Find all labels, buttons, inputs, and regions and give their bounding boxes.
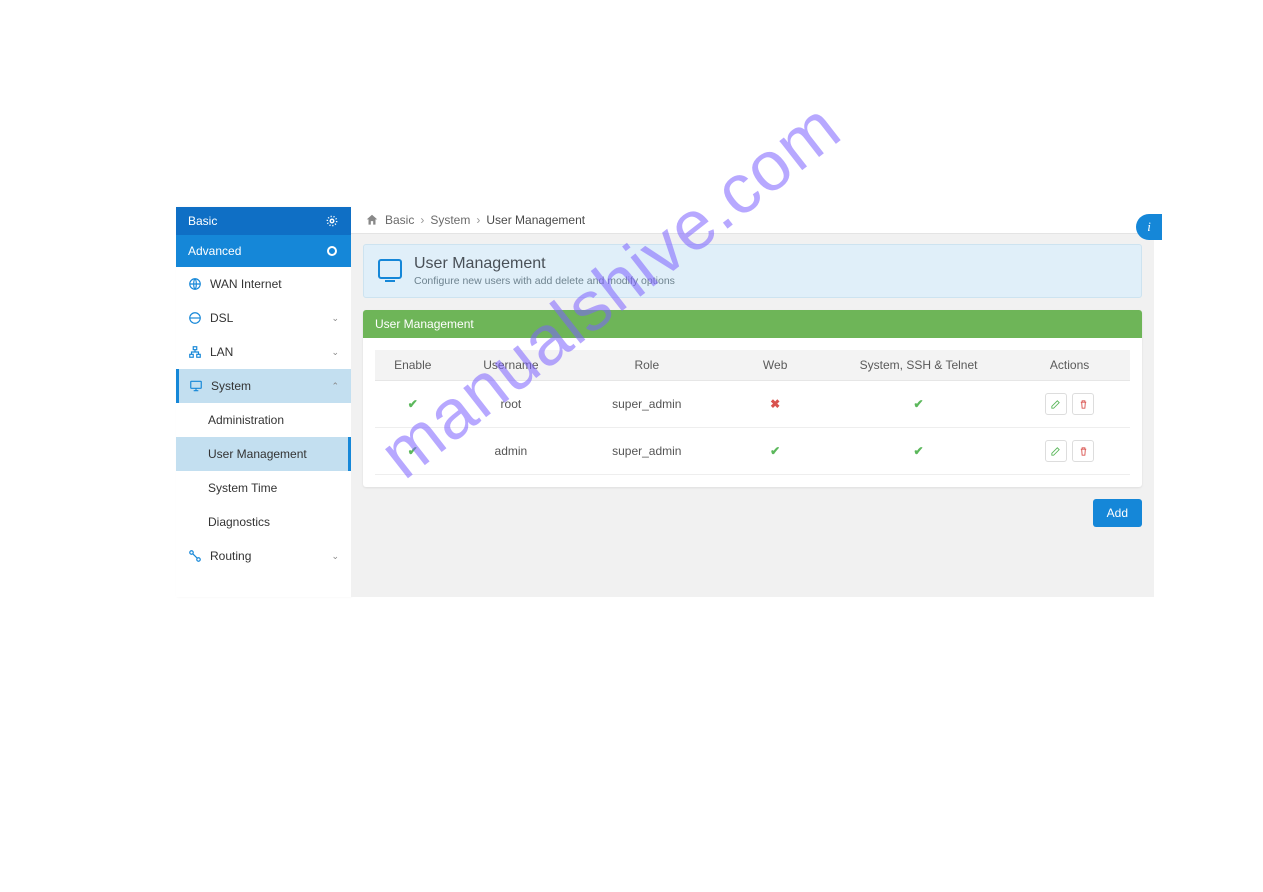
breadcrumb-level1[interactable]: Basic [385, 213, 414, 227]
sidebar-item-dsl[interactable]: DSL ⌄ [176, 301, 351, 335]
user-table: Enable Username Role Web System, SSH & T… [375, 350, 1130, 475]
col-username: Username [451, 350, 572, 381]
globe-alt-icon [188, 311, 202, 325]
sidebar-item-wan[interactable]: WAN Internet [176, 267, 351, 301]
sidebar-sub-administration[interactable]: Administration [176, 403, 351, 437]
add-button[interactable]: Add [1093, 499, 1142, 527]
app-window: Basic Advanced WAN Internet DSL ⌄ [176, 207, 1154, 597]
page-title: User Management [414, 255, 675, 273]
check-icon: ✔ [408, 444, 418, 458]
sidebar-item-routing[interactable]: Routing ⌄ [176, 539, 351, 573]
sidebar-sub-system-time[interactable]: System Time [176, 471, 351, 505]
col-actions: Actions [1009, 350, 1130, 381]
chevron-down-icon: ⌄ [331, 551, 339, 562]
sidebar-item-label: System [211, 379, 251, 393]
sidebar-sub-user-management[interactable]: User Management [176, 437, 351, 471]
cross-icon: ✖ [770, 397, 780, 411]
col-ssh: System, SSH & Telnet [828, 350, 1009, 381]
chevron-up-icon: ⌃ [331, 381, 339, 392]
chevron-down-icon: ⌄ [331, 347, 339, 358]
breadcrumb: Basic › System › User Management i [351, 207, 1154, 234]
cell-role: super_admin [571, 381, 722, 428]
sidebar-sub-label: Administration [208, 413, 284, 427]
monitor-icon [189, 379, 203, 393]
chevron-down-icon: ⌄ [331, 313, 339, 324]
check-icon: ✔ [914, 397, 924, 411]
col-web: Web [722, 350, 828, 381]
add-button-container: Add [351, 499, 1154, 539]
cell-username: admin [451, 428, 572, 475]
user-management-panel: User Management Enable Username Role Web… [363, 310, 1142, 487]
info-icon[interactable]: i [1136, 214, 1162, 240]
sidebar-sub-label: System Time [208, 481, 277, 495]
edit-button[interactable] [1045, 393, 1067, 415]
info-glyph: i [1147, 219, 1151, 235]
sidebar-basic-label: Basic [188, 214, 217, 228]
col-role: Role [571, 350, 722, 381]
sidebar-item-label: LAN [210, 345, 233, 359]
delete-button[interactable] [1072, 393, 1094, 415]
check-icon: ✔ [914, 444, 924, 458]
gear-icon [325, 214, 339, 228]
page-subtitle: Configure new users with add delete and … [414, 275, 675, 287]
main-content: Basic › System › User Management i User … [351, 207, 1154, 597]
edit-button[interactable] [1045, 440, 1067, 462]
circle-icon [325, 244, 339, 258]
panel-header: User Management [363, 310, 1142, 338]
page-header: User Management Configure new users with… [363, 244, 1142, 298]
sidebar-item-label: WAN Internet [210, 277, 282, 291]
table-row: ✔ root super_admin ✖ ✔ [375, 381, 1130, 428]
table-row: ✔ admin super_admin ✔ ✔ [375, 428, 1130, 475]
sidebar-item-label: DSL [210, 311, 233, 325]
network-icon [188, 345, 202, 359]
sidebar-item-lan[interactable]: LAN ⌄ [176, 335, 351, 369]
sidebar-item-label: Routing [210, 549, 251, 563]
sidebar-sub-diagnostics[interactable]: Diagnostics [176, 505, 351, 539]
check-icon: ✔ [408, 397, 418, 411]
cell-role: super_admin [571, 428, 722, 475]
breadcrumb-sep: › [476, 213, 480, 227]
home-icon[interactable] [365, 213, 379, 227]
delete-button[interactable] [1072, 440, 1094, 462]
sidebar-sub-label: User Management [208, 447, 307, 461]
panel-body: Enable Username Role Web System, SSH & T… [363, 338, 1142, 487]
sidebar: Basic Advanced WAN Internet DSL ⌄ [176, 207, 351, 597]
sidebar-item-system[interactable]: System ⌃ [176, 369, 351, 403]
sidebar-mode-advanced[interactable]: Advanced [176, 235, 351, 267]
breadcrumb-current: User Management [486, 213, 585, 227]
breadcrumb-level2[interactable]: System [430, 213, 470, 227]
routing-icon [188, 549, 202, 563]
sidebar-advanced-label: Advanced [188, 244, 241, 258]
check-icon: ✔ [770, 444, 780, 458]
col-enable: Enable [375, 350, 451, 381]
page-header-icon [378, 259, 402, 279]
globe-icon [188, 277, 202, 291]
breadcrumb-sep: › [420, 213, 424, 227]
sidebar-mode-basic[interactable]: Basic [176, 207, 351, 235]
sidebar-sub-label: Diagnostics [208, 515, 270, 529]
cell-username: root [451, 381, 572, 428]
